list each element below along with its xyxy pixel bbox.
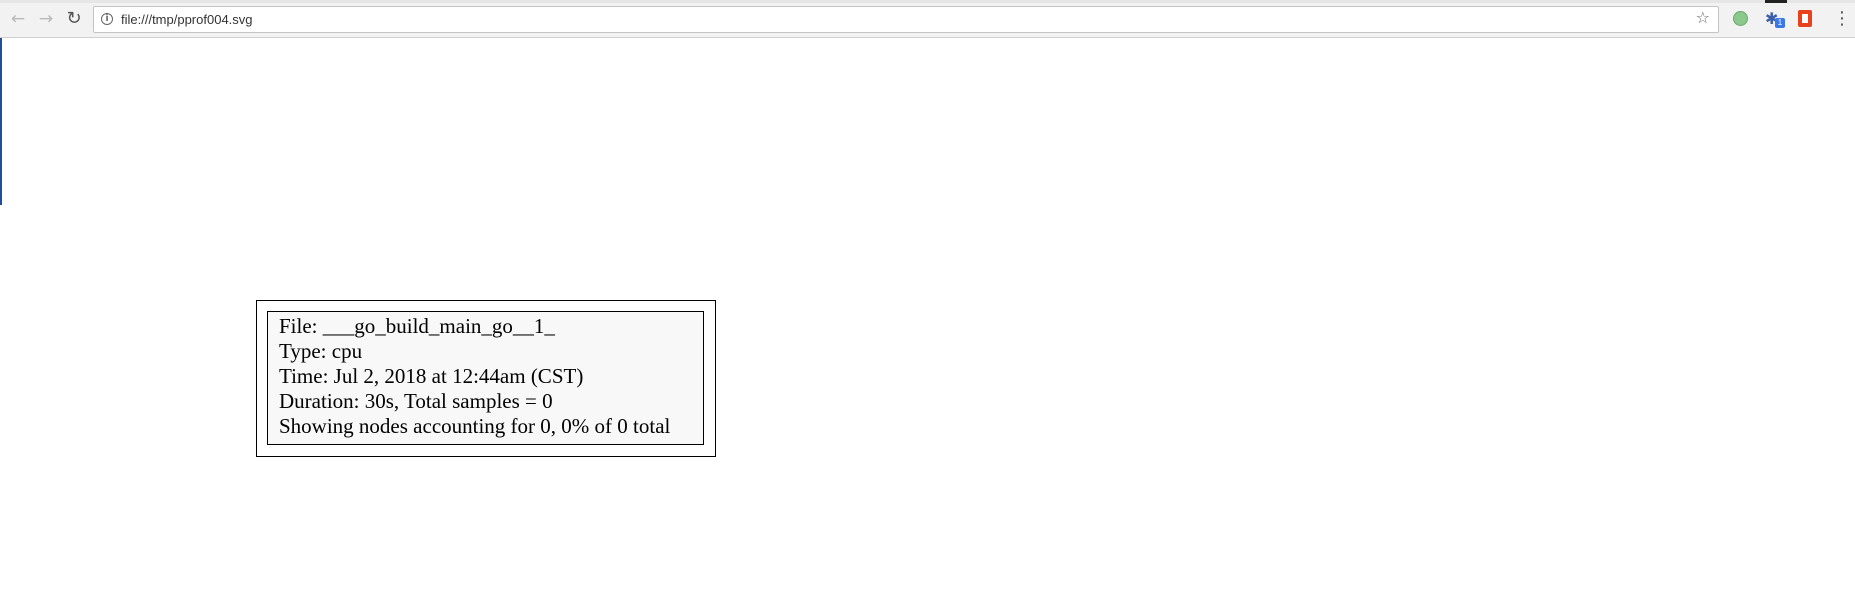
back-arrow-icon[interactable]: ← — [8, 9, 28, 29]
legend-duration: Duration: 30s, Total samples = 0 — [279, 389, 553, 413]
pprof-legend-box: File: ___go_build_main_go__1_ Type: cpu … — [256, 300, 716, 457]
url-text[interactable]: file:///tmp/pprof004.svg — [121, 12, 253, 27]
pprof-legend-inner: File: ___go_build_main_go__1_ Type: cpu … — [267, 311, 704, 445]
bookmark-star-icon[interactable]: ☆ — [1696, 10, 1710, 26]
office-extension-icon[interactable] — [1798, 10, 1812, 27]
reload-icon[interactable]: ↻ — [64, 9, 84, 29]
legend-type: Type: cpu — [279, 339, 363, 363]
window-edge-strip — [0, 38, 2, 205]
menu-dots-icon[interactable]: ⋮ — [1833, 9, 1851, 29]
green-circle-extension-icon[interactable] — [1733, 11, 1748, 26]
legend-showing: Showing nodes accounting for 0, 0% of 0 … — [279, 414, 671, 438]
browser-toolbar: ← → ↻ i file:///tmp/pprof004.svg ☆ ✱ 1 ⋮ — [0, 0, 1855, 38]
extension-badge: 1 — [1775, 18, 1785, 28]
forward-arrow-icon[interactable]: → — [36, 9, 56, 29]
info-icon[interactable]: i — [101, 13, 113, 25]
legend-file: File: ___go_build_main_go__1_ — [279, 314, 555, 338]
legend-time: Time: Jul 2, 2018 at 12:44am (CST) — [279, 364, 584, 388]
tabstrip-edge — [0, 0, 1855, 3]
address-bar[interactable]: i file:///tmp/pprof004.svg ☆ — [93, 6, 1719, 33]
tool-extension-icon[interactable]: ✱ 1 — [1765, 10, 1785, 28]
